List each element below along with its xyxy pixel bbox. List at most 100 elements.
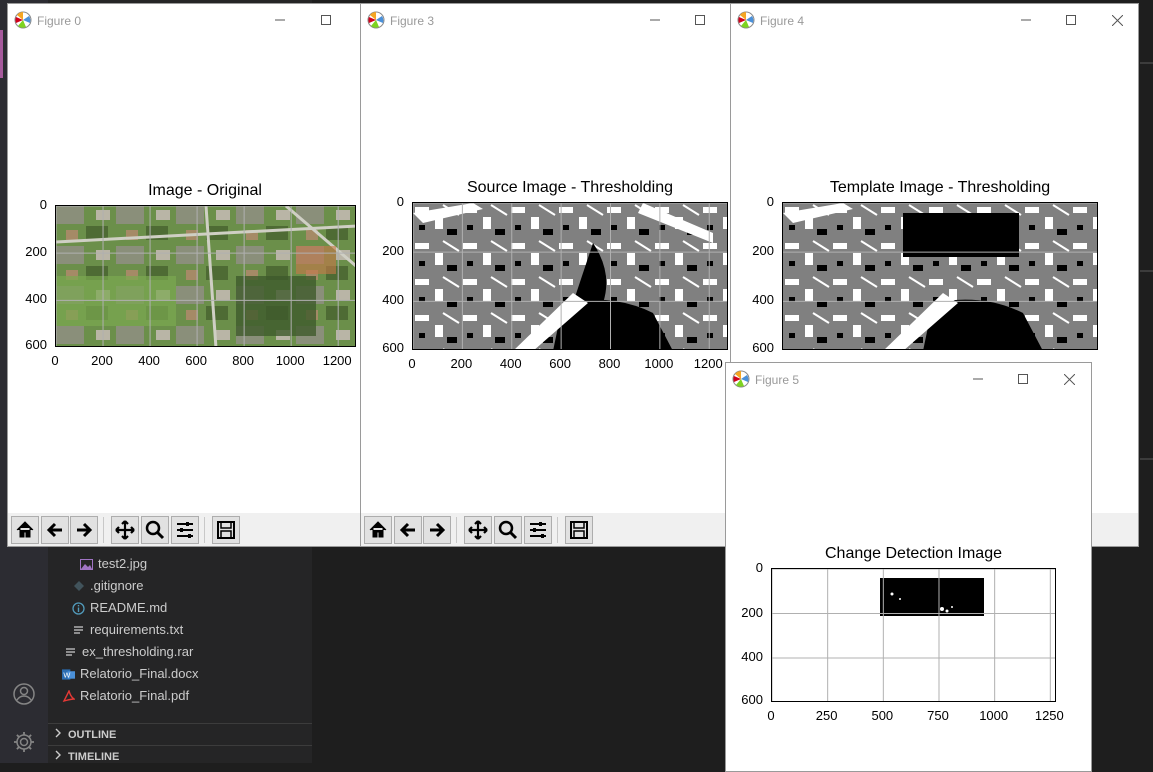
minimize-icon[interactable] [257, 4, 303, 36]
home-button[interactable] [11, 516, 39, 544]
file-item[interactable]: .gitignore [72, 575, 143, 597]
toolbar-separator [456, 517, 457, 543]
x-tick-label: 500 [871, 708, 894, 723]
figure-window: Figure 3 Source Image - Thresholding 0 20… [360, 3, 731, 547]
save-button[interactable] [565, 516, 593, 544]
change-detection-image [772, 569, 1055, 701]
file-name: .gitignore [90, 578, 144, 593]
file-item[interactable]: ex_thresholding.rar [64, 641, 193, 663]
outline-label: OUTLINE [68, 728, 117, 741]
back-arrow-button[interactable] [394, 516, 422, 544]
pan-button[interactable] [464, 516, 492, 544]
configure-subplots-button[interactable] [524, 516, 552, 544]
image-axes[interactable] [55, 205, 356, 347]
y-tick-label: 400 [741, 649, 763, 665]
file-name: ex_thresholding.rar [82, 644, 194, 659]
info-file-icon [72, 601, 85, 615]
zoom-icon [145, 520, 165, 540]
file-item[interactable]: W Relatorio_Final.docx [62, 663, 199, 685]
title-bar: Figure 3 [361, 4, 730, 36]
forward-arrow-button[interactable] [70, 516, 98, 544]
save-button[interactable] [212, 516, 240, 544]
close-icon[interactable] [1046, 363, 1091, 395]
window-title: Figure 4 [760, 14, 805, 28]
file-item[interactable]: README.md [72, 597, 167, 619]
window-title: Figure 0 [37, 14, 82, 28]
title-bar: Figure 5 [726, 363, 1091, 395]
file-name: test2.jpg [98, 556, 148, 571]
toolbar-separator [204, 517, 205, 543]
file-item[interactable]: test2.jpg [80, 553, 147, 575]
configure-subplots-icon [177, 522, 193, 538]
plot-title: Change Detection Image [825, 545, 1002, 562]
text-file-icon [72, 623, 85, 637]
x-tick-label: 1200 [322, 353, 352, 368]
satellite-image [56, 206, 355, 346]
image-axes[interactable] [412, 202, 728, 350]
toolbar-separator [103, 517, 104, 543]
chevron-right-icon [54, 746, 62, 768]
matplotlib-logo-icon [732, 370, 750, 388]
back-arrow-icon [46, 522, 62, 538]
zoom-button[interactable] [494, 516, 522, 544]
back-arrow-button[interactable] [41, 516, 69, 544]
navigation-toolbar [8, 513, 360, 546]
timeline-section[interactable]: TIMELINE [48, 745, 312, 767]
minimize-icon[interactable] [955, 363, 1001, 395]
maximize-icon[interactable] [677, 4, 723, 36]
y-tick-label: 0 [39, 197, 47, 212]
pan-icon [468, 520, 488, 540]
settings-gear-icon[interactable] [10, 728, 38, 756]
x-tick-label: 400 [499, 356, 522, 371]
title-bar: Figure 4 [731, 4, 1138, 36]
x-tick-label: 1250 [1034, 708, 1064, 723]
file-name: Relatorio_Final.docx [80, 666, 199, 681]
configure-subplots-button[interactable] [171, 516, 199, 544]
maximize-icon[interactable] [303, 4, 349, 36]
home-button[interactable] [364, 516, 392, 544]
chevron-right-icon [54, 724, 62, 746]
x-tick-label: 600 [549, 356, 571, 371]
x-tick-label: 1000 [275, 353, 305, 368]
account-icon[interactable] [10, 680, 38, 708]
x-tick-label: 0 [51, 353, 59, 368]
maximize-icon[interactable] [1000, 363, 1046, 395]
home-icon [369, 521, 387, 538]
svg-text:W: W [63, 670, 70, 679]
timeline-label: TIMELINE [68, 750, 120, 763]
y-tick-label: 600 [382, 340, 404, 355]
matplotlib-logo-icon [14, 11, 32, 29]
image-axes[interactable] [782, 202, 1098, 350]
forward-arrow-icon [430, 522, 446, 538]
file-item[interactable]: Relatorio_Final.pdf [62, 685, 189, 707]
y-tick-label: 400 [25, 291, 47, 307]
maximize-icon[interactable] [1048, 4, 1094, 36]
outline-section[interactable]: OUTLINE [48, 723, 312, 745]
image-file-icon [80, 557, 93, 571]
y-tick-label: 200 [382, 243, 404, 259]
zoom-icon [498, 520, 518, 540]
file-item[interactable]: requirements.txt [72, 619, 183, 641]
word-file-icon: W [62, 667, 75, 681]
minimize-icon[interactable] [632, 4, 678, 36]
image-axes[interactable] [771, 568, 1056, 702]
y-tick-label: 400 [382, 292, 404, 308]
y-tick-label: 200 [741, 604, 763, 620]
figure-window: Figure 5 Change Detection Image 0 200 400 6… [725, 362, 1092, 772]
x-tick-label: 400 [138, 353, 160, 368]
close-icon[interactable] [1094, 4, 1138, 36]
x-tick-label: 1200 [693, 356, 723, 371]
minimize-icon[interactable] [1003, 4, 1049, 36]
figure-window: Figure 0 Image - Original 0 200 400 600 0 200… [7, 3, 361, 547]
file-name: README.md [90, 600, 168, 615]
forward-arrow-button[interactable] [423, 516, 451, 544]
y-tick-label: 200 [752, 243, 774, 259]
y-tick-label: 0 [396, 194, 404, 209]
text-file-icon [64, 645, 77, 659]
y-tick-label: 600 [25, 337, 47, 352]
pan-button[interactable] [111, 516, 139, 544]
zoom-button[interactable] [141, 516, 169, 544]
y-tick-label: 200 [25, 244, 47, 260]
file-name: requirements.txt [90, 622, 184, 637]
x-tick-label: 750 [927, 708, 949, 723]
